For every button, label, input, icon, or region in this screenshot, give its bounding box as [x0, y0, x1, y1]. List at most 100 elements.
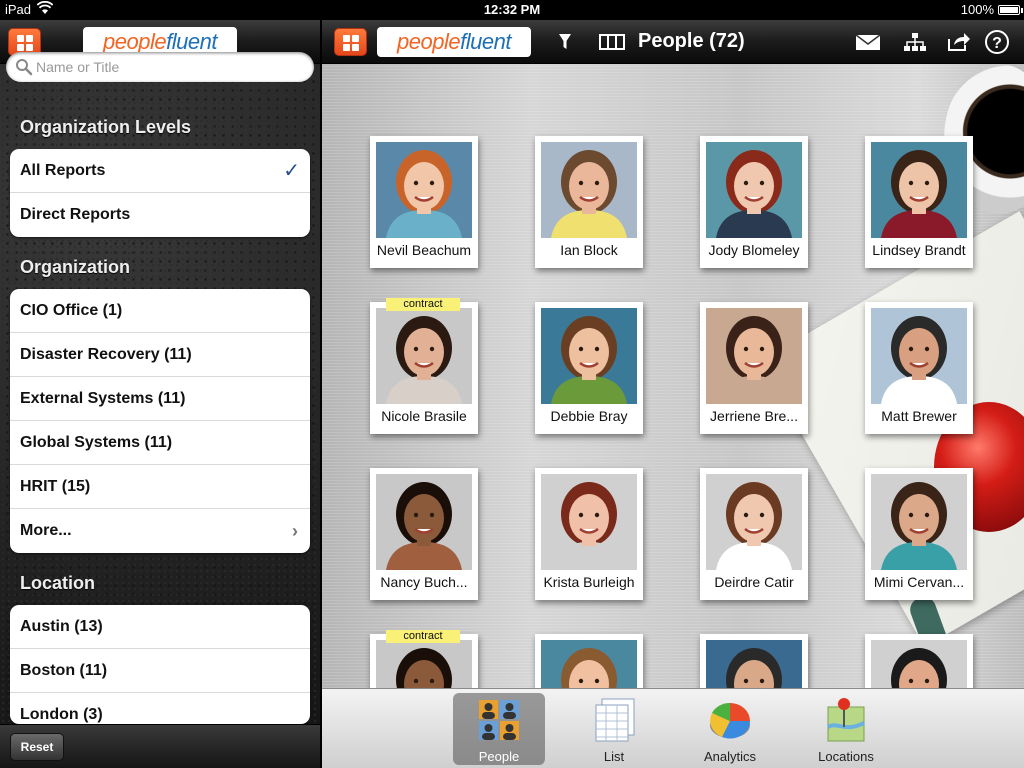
filter-option[interactable]: London (3)	[10, 693, 310, 724]
person-photo	[871, 474, 967, 570]
tab-locations[interactable]: Locations	[800, 693, 892, 765]
filter-option-label: CIO Office (1)	[20, 302, 123, 319]
person-name: Nancy Buch...	[380, 574, 468, 590]
mail-icon[interactable]	[854, 30, 882, 54]
grid-icon	[17, 35, 33, 51]
person-card[interactable]	[865, 634, 973, 688]
help-icon[interactable]: ?	[984, 30, 1010, 54]
people-icon	[477, 697, 521, 743]
filter-option[interactable]: Austin (13)	[10, 605, 310, 649]
person-card[interactable]: Nancy Buch...	[370, 468, 478, 600]
person-photo	[871, 142, 967, 238]
person-photo	[541, 474, 637, 570]
filter-option[interactable]: HRIT (15)	[10, 465, 310, 509]
person-photo	[706, 474, 802, 570]
person-photo	[376, 308, 472, 404]
reset-button[interactable]: Reset	[10, 733, 64, 761]
filter-option-label: Disaster Recovery (11)	[20, 346, 192, 363]
search-input[interactable]	[36, 56, 304, 78]
share-icon[interactable]	[946, 30, 972, 54]
person-card[interactable]: Deirdre Catir	[700, 468, 808, 600]
battery-icon	[998, 5, 1023, 15]
person-photo	[706, 308, 802, 404]
person-name: Debbie Bray	[550, 408, 628, 424]
filter-option[interactable]: Direct Reports	[10, 193, 310, 237]
svg-text:?: ?	[992, 35, 1002, 52]
person-card[interactable]: Debbie Bray	[535, 302, 643, 434]
page-title: People (72)	[638, 30, 745, 52]
filter-option-label: Direct Reports	[20, 206, 131, 223]
person-photo	[541, 308, 637, 404]
filter-option-label: Austin (13)	[20, 618, 103, 635]
battery-percent: 100%	[960, 2, 994, 17]
left-toolbar: Reset	[0, 724, 320, 768]
person-name: Nevil Beachum	[376, 242, 472, 258]
person-card[interactable]: Jody Blomeley	[700, 136, 808, 268]
tab-analytics[interactable]: Analytics	[684, 693, 776, 765]
person-card[interactable]: Matt Brewer	[865, 302, 973, 434]
person-card[interactable]: Jerriene Bre...	[700, 302, 808, 434]
filter-icon[interactable]	[552, 30, 578, 54]
person-photo	[871, 640, 967, 688]
list-icon	[592, 697, 636, 743]
filter-group: CIO Office (1) Disaster Recovery (11) Exte…	[10, 289, 310, 553]
status-bar: iPad 12:32 PM 100%	[0, 0, 1024, 20]
filter-option-label: More...	[20, 522, 72, 539]
filter-option[interactable]: Disaster Recovery (11)	[10, 333, 310, 377]
contract-badge: contract	[386, 630, 460, 643]
person-card[interactable]	[535, 634, 643, 688]
columns-icon[interactable]	[598, 30, 626, 54]
peoplefluent-logo-main: peoplefluent	[377, 27, 531, 57]
filter-option-label: All Reports	[20, 162, 106, 179]
filter-option[interactable]: External Systems (11)	[10, 377, 310, 421]
person-card[interactable]: Nevil Beachum	[370, 136, 478, 268]
person-name: Krista Burleigh	[543, 574, 635, 590]
tab-locations-label: Locations	[818, 749, 874, 764]
tab-list-label: List	[603, 749, 625, 764]
person-photo	[706, 142, 802, 238]
person-card[interactable]: Nicole Brasile contract	[370, 298, 478, 434]
person-card[interactable]: Lindsey Brandt	[865, 136, 973, 268]
map-pin-icon	[824, 697, 868, 743]
filter-option-label: External Systems (11)	[20, 390, 186, 407]
person-card[interactable]	[700, 634, 808, 688]
person-name: Mimi Cervan...	[873, 574, 965, 590]
apps-menu-button-main[interactable]	[334, 28, 367, 56]
person-card[interactable]: contract	[370, 630, 478, 688]
section-heading: Organization Levels	[20, 117, 192, 137]
filter-option-label: Boston (11)	[20, 662, 108, 679]
chevron-right-icon: ›	[292, 521, 298, 541]
filter-option[interactable]: Global Systems (11)	[10, 421, 310, 465]
bottom-tab-bar: People List Analytics Locations	[322, 688, 1024, 768]
filter-option[interactable]: CIO Office (1)	[10, 289, 310, 333]
filter-option-label: HRIT (15)	[20, 478, 91, 495]
person-photo	[541, 142, 637, 238]
person-photo	[706, 640, 802, 688]
tab-people[interactable]: People	[453, 693, 545, 765]
person-photo	[871, 308, 967, 404]
filter-option[interactable]: Boston (11)	[10, 649, 310, 693]
org-chart-icon[interactable]	[902, 30, 928, 54]
contract-badge: contract	[386, 298, 460, 311]
filter-group: Austin (13) Boston (11) London (3)	[10, 605, 310, 724]
person-photo	[541, 640, 637, 688]
person-card[interactable]: Ian Block	[535, 136, 643, 268]
filter-group: All Reports ✓ Direct Reports	[10, 149, 310, 237]
filter-option[interactable]: More... ›	[10, 509, 310, 553]
person-name: Ian Block	[560, 242, 618, 258]
people-grid: Nevil Beachum Ian Block Jody Blomeley Linds…	[322, 64, 1024, 688]
person-name: Matt Brewer	[881, 408, 957, 424]
checkmark-icon: ✓	[283, 160, 300, 182]
person-card[interactable]: Krista Burleigh	[535, 468, 643, 600]
clock: 12:32 PM	[483, 2, 541, 17]
person-card[interactable]: Mimi Cervan...	[865, 468, 973, 600]
pie-chart-icon	[708, 697, 752, 743]
search-field[interactable]	[6, 52, 314, 82]
person-name: Deirdre Catir	[714, 574, 794, 590]
filter-option[interactable]: All Reports ✓	[10, 149, 310, 193]
tab-list[interactable]: List	[568, 693, 660, 765]
person-photo	[376, 474, 472, 570]
filter-option-label: Global Systems (11)	[20, 434, 173, 451]
person-name: Lindsey Brandt	[872, 242, 966, 258]
filter-option-label: London (3)	[20, 706, 103, 723]
